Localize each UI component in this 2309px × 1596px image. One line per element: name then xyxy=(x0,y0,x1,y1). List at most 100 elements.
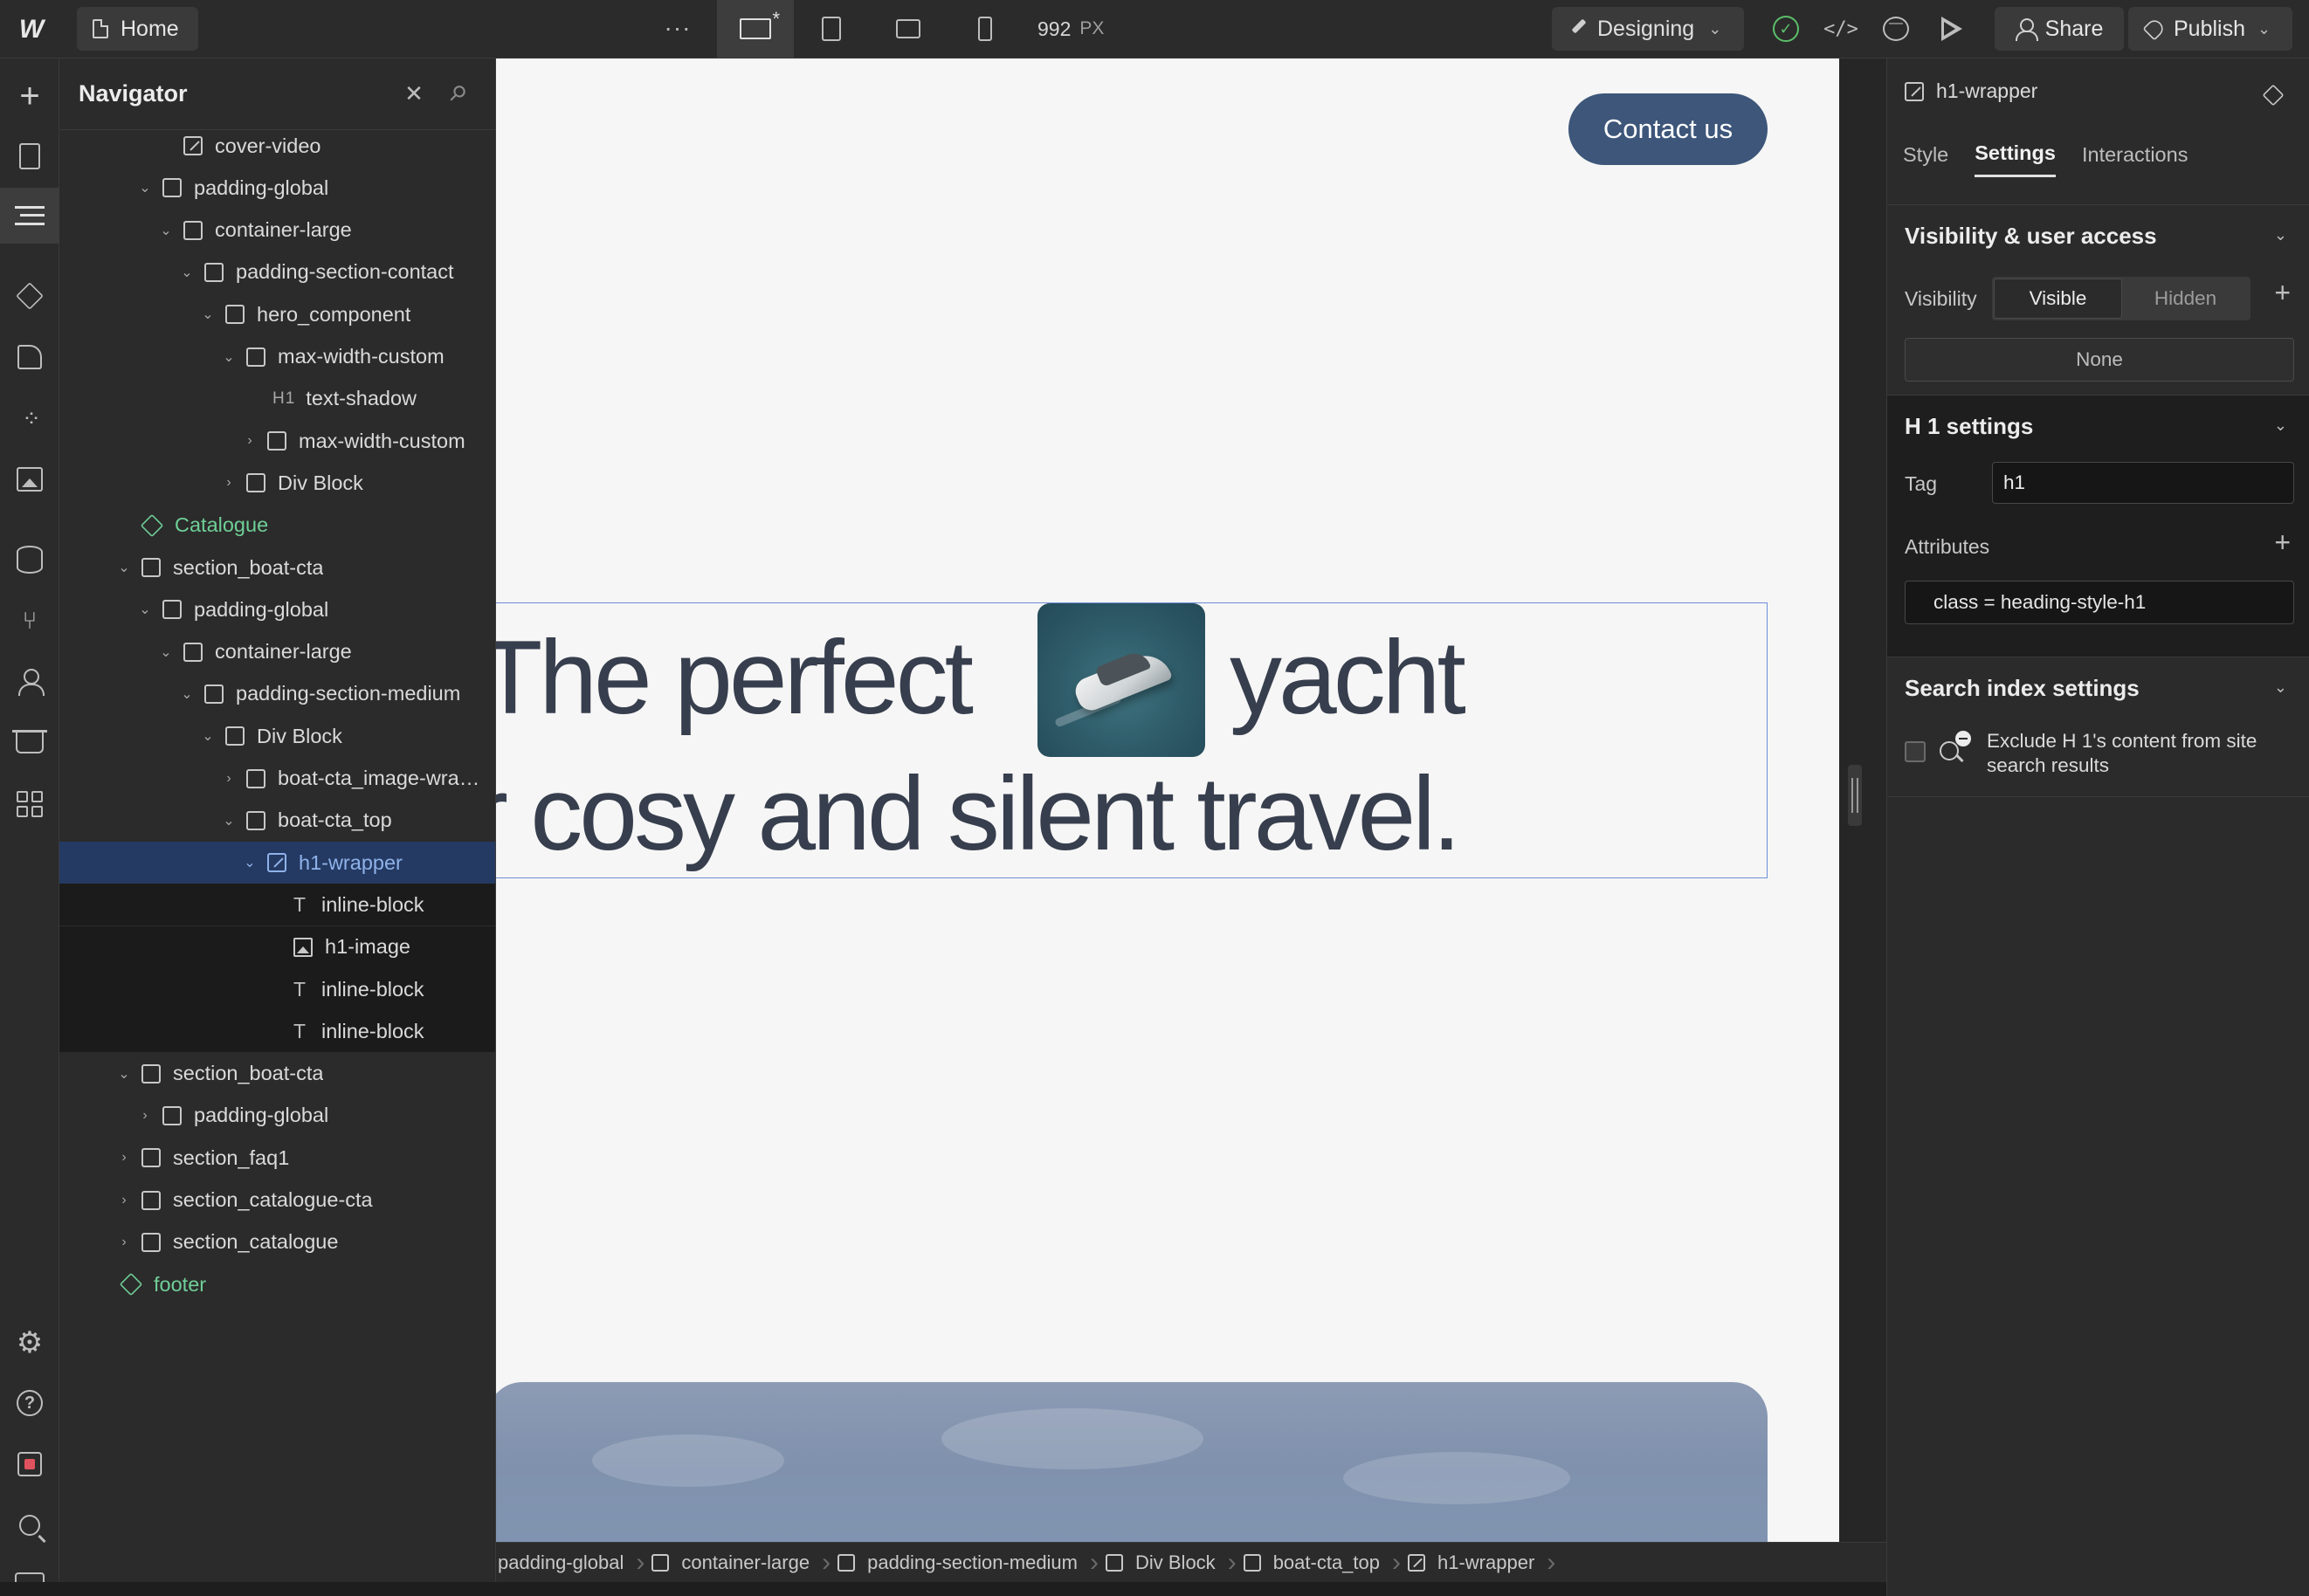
breakpoint-landscape-button[interactable] xyxy=(870,0,947,58)
h1-settings-title[interactable]: H 1 settings xyxy=(1905,413,2033,440)
navigator-row[interactable]: H1 text-shadow xyxy=(59,378,495,420)
chevron-right-icon[interactable]: › xyxy=(220,771,238,787)
create-component-button[interactable] xyxy=(2257,79,2289,111)
exclude-search-checkbox[interactable] xyxy=(1905,741,1926,762)
visibility-visible-option[interactable]: Visible xyxy=(1994,279,2122,319)
tab-style[interactable]: Style xyxy=(1903,132,1948,177)
navigator-row[interactable]: › section_catalogue xyxy=(59,1221,495,1263)
navigator-row[interactable]: Tinline-block xyxy=(59,968,495,1010)
site-status-button[interactable]: ✓ xyxy=(1768,10,1804,47)
navigator-row[interactable]: Catalogue xyxy=(59,505,495,547)
navigator-row[interactable]: ⌄ padding-global xyxy=(59,588,495,630)
chevron-down-icon[interactable]: ⌄ xyxy=(199,306,217,323)
navigator-row[interactable]: ⌄ section_boat-cta xyxy=(59,547,495,588)
chevron-down-icon[interactable]: ⌄ xyxy=(2274,226,2287,244)
visibility-condition-select[interactable]: None xyxy=(1905,338,2294,382)
navigator-row[interactable]: ⌄ boat-cta_top xyxy=(59,800,495,842)
record-button[interactable] xyxy=(0,1436,59,1492)
help-button[interactable]: ? xyxy=(0,1375,59,1431)
code-export-button[interactable]: </> xyxy=(1823,10,1859,47)
preview-button[interactable] xyxy=(1933,10,1970,47)
assets-button[interactable] xyxy=(0,451,59,507)
chevron-down-icon[interactable]: ⌄ xyxy=(115,559,133,576)
navigator-row[interactable]: ⌄ Div Block xyxy=(59,715,495,757)
chevron-right-icon[interactable]: › xyxy=(220,475,238,491)
chevron-down-icon[interactable]: ⌄ xyxy=(220,348,238,366)
chevron-down-icon[interactable]: ⌄ xyxy=(220,812,238,829)
chevron-down-icon[interactable]: ⌄ xyxy=(2274,416,2287,435)
breadcrumb-item[interactable]: container-large xyxy=(636,1543,831,1582)
share-button[interactable]: Share xyxy=(1995,7,2124,51)
attribute-row[interactable]: class = heading-style-h1 xyxy=(1905,581,2294,624)
add-elements-button[interactable]: + xyxy=(0,68,59,124)
visibility-hidden-option[interactable]: Hidden xyxy=(2122,279,2249,319)
breadcrumb-item[interactable]: boat-cta_top xyxy=(1228,1543,1401,1582)
navigator-row[interactable]: h1-image xyxy=(59,925,495,968)
navigator-row[interactable]: ⌄ container-large xyxy=(59,631,495,673)
breadcrumb-item[interactable]: padding-global xyxy=(496,1543,645,1582)
chevron-right-icon[interactable]: › xyxy=(136,1108,154,1124)
navigator-row[interactable]: › padding-global xyxy=(59,1095,495,1137)
navigator-row[interactable]: ⌄ max-width-custom xyxy=(59,336,495,378)
navigator-row[interactable]: ⌄ section_boat-cta xyxy=(59,1053,495,1095)
navigator-row[interactable]: Tinline-block xyxy=(59,1010,495,1053)
collapse-all-icon[interactable]: ✕ xyxy=(398,78,430,109)
canvas-page[interactable]: Contact us The perfect yacht r cosy and … xyxy=(496,58,1839,1542)
chevron-right-icon[interactable]: › xyxy=(115,1193,133,1208)
add-visibility-condition-button[interactable]: + xyxy=(2274,277,2291,309)
navigator-row[interactable]: › boat-cta_image-wrap... xyxy=(59,758,495,800)
apps-button[interactable] xyxy=(0,776,59,832)
chevron-down-icon[interactable]: ⌄ xyxy=(115,1065,133,1083)
breadcrumb-item[interactable]: padding-section-medium xyxy=(822,1543,1099,1582)
navigator-row[interactable]: Tinline-block xyxy=(59,884,495,926)
breakpoint-desktop-button[interactable] xyxy=(717,0,794,58)
comments-button[interactable] xyxy=(1878,10,1914,47)
chevron-down-icon[interactable]: ⌄ xyxy=(178,685,196,703)
components-button[interactable] xyxy=(0,268,59,324)
canvas-width-readout[interactable]: 992 PX xyxy=(1037,12,1104,45)
chevron-down-icon[interactable]: ⌄ xyxy=(157,222,175,239)
navigator-row[interactable]: › section_faq1 xyxy=(59,1137,495,1179)
pages-button[interactable] xyxy=(0,128,59,184)
tab-interactions[interactable]: Interactions xyxy=(2082,132,2188,177)
publish-button[interactable]: Publish ⌄ xyxy=(2128,7,2292,51)
breadcrumb-item[interactable]: h1-wrapper xyxy=(1392,1543,1556,1582)
chevron-down-icon[interactable]: ⌄ xyxy=(178,264,196,281)
cover-photo[interactable] xyxy=(496,1382,1768,1542)
add-attribute-button[interactable]: + xyxy=(2274,526,2291,559)
chevron-down-icon[interactable]: ⌄ xyxy=(136,179,154,196)
page-selector-button[interactable]: Home xyxy=(77,7,198,51)
chevron-right-icon[interactable]: › xyxy=(115,1150,133,1166)
tag-select[interactable]: h1 xyxy=(1992,462,2294,504)
chevron-down-icon[interactable]: ⌄ xyxy=(2274,678,2287,697)
navigator-button[interactable] xyxy=(0,188,59,244)
designer-mode-dropdown[interactable]: Designing ⌄ xyxy=(1552,7,1744,51)
visibility-section-title[interactable]: Visibility & user access xyxy=(1905,223,2157,250)
breadcrumb-item[interactable]: Div Block xyxy=(1090,1543,1236,1582)
navigator-row[interactable]: › section_catalogue-cta xyxy=(59,1180,495,1221)
navigator-row[interactable]: ⌄ hero_component xyxy=(59,293,495,335)
navigator-row[interactable]: cover-video xyxy=(59,125,495,167)
tab-settings[interactable]: Settings xyxy=(1975,132,2056,177)
chevron-right-icon[interactable]: › xyxy=(115,1235,133,1250)
cms-button[interactable] xyxy=(0,532,59,588)
navigator-row[interactable]: ⌄ padding-section-medium xyxy=(59,673,495,715)
navigator-row[interactable]: › Div Block xyxy=(59,462,495,504)
breakpoint-tablet-button[interactable] xyxy=(793,0,870,58)
canvas-resize-handle[interactable] xyxy=(1848,765,1862,826)
navigator-row[interactable]: ⌄ container-large xyxy=(59,210,495,251)
chevron-down-icon[interactable]: ⌄ xyxy=(199,727,217,745)
navigator-row[interactable]: › max-width-custom xyxy=(59,420,495,462)
search-index-title[interactable]: Search index settings xyxy=(1905,675,2140,702)
navigator-row[interactable]: ⌄ h1-wrapper xyxy=(59,842,495,884)
navigator-row[interactable]: ⌄ padding-section-contact xyxy=(59,251,495,293)
more-options-button[interactable]: ··· xyxy=(660,10,695,45)
users-button[interactable] xyxy=(0,654,59,710)
pin-icon[interactable]: ⚲ xyxy=(436,72,480,116)
ecommerce-button[interactable] xyxy=(0,715,59,771)
contact-us-button[interactable]: Contact us xyxy=(1568,93,1768,165)
search-button[interactable] xyxy=(0,1497,59,1553)
navigator-row[interactable]: ⌄ padding-global xyxy=(59,167,495,209)
style-selectors-button[interactable] xyxy=(0,329,59,385)
chevron-right-icon[interactable]: › xyxy=(241,433,258,449)
